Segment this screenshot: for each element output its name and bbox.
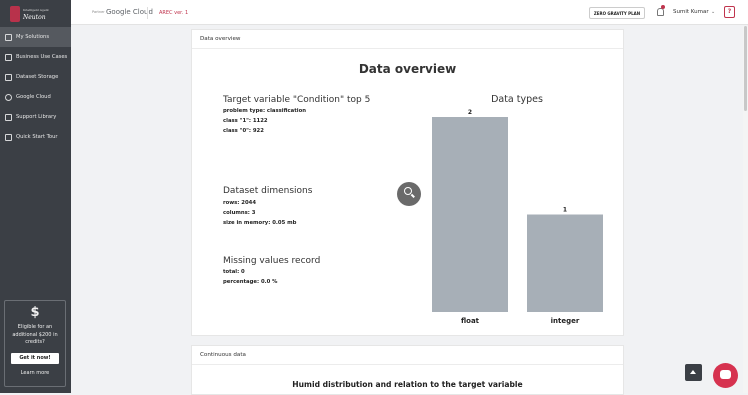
dataset-dimensions-title: Dataset dimensions <box>223 186 313 196</box>
notification-dot <box>661 5 665 9</box>
sidebar-item-support-library[interactable]: Support Library <box>0 107 71 127</box>
logo-mark-icon <box>10 6 20 22</box>
target-variable-title: Target variable "Condition" top 5 <box>223 95 371 105</box>
rows-count: rows: 2044 <box>223 200 257 206</box>
sidebar-item-label: Google Cloud <box>16 94 51 100</box>
sidebar-item-label: Support Library <box>16 114 57 120</box>
logo-tagline: Intelligent Agent <box>23 8 49 12</box>
sidebar-item-business-use-cases[interactable]: Business Use Cases <box>0 47 71 67</box>
data-types-chart: Data types 2 float 1 integer <box>432 94 603 325</box>
class-1-count: class "1": 1122 <box>223 118 268 124</box>
chat-button[interactable] <box>713 363 738 388</box>
bar-value-label: 2 <box>468 109 472 116</box>
missing-total: total: 0 <box>223 269 245 275</box>
page-title: Data overview <box>358 62 457 76</box>
sidebar-menu: My Solutions Business Use Cases Dataset … <box>0 27 71 147</box>
problem-type: problem type: classification <box>223 108 306 114</box>
sidebar-item-label: Dataset Storage <box>16 74 59 80</box>
help-button[interactable]: ? <box>724 6 735 18</box>
sidebar-item-quick-start-tour[interactable]: Quick Start Tour <box>0 127 71 147</box>
missing-percentage: percentage: 0.0 % <box>223 279 278 285</box>
promo-text: Eligible for an additional $200 in credi… <box>12 324 58 345</box>
partner-label: Partner <box>92 10 105 14</box>
chat-icon <box>720 370 731 379</box>
bar-integer <box>527 214 603 312</box>
plan-button[interactable]: ZERO GRAVITY PLAN <box>589 7 645 19</box>
bell-icon[interactable] <box>657 8 664 16</box>
book-icon <box>5 113 12 121</box>
continuous-data-card: Continuous data Humid distribution and r… <box>191 345 624 395</box>
chart-title: Data types <box>491 94 543 105</box>
class-0-count: class "0": 922 <box>223 128 264 134</box>
sidebar: Intelligent Agent Neuton My Solutions Bu… <box>0 0 71 393</box>
sidebar-item-google-cloud[interactable]: Google Cloud <box>0 87 71 107</box>
bar-float <box>432 117 508 312</box>
category-tick-label: integer <box>551 317 580 325</box>
credits-promo: $ Eligible for an additional $200 in cre… <box>4 300 66 387</box>
columns-count: columns: 3 <box>223 210 256 216</box>
scroll-thumb[interactable] <box>744 26 747 111</box>
sidebar-item-dataset-storage[interactable]: Dataset Storage <box>0 67 71 87</box>
bar-value-label: 1 <box>563 207 567 214</box>
scrollbar[interactable] <box>743 26 748 393</box>
version-label: AREC ver. 1 <box>159 10 189 16</box>
get-it-now-button[interactable]: Get it now! <box>11 352 59 364</box>
missing-values-title: Missing values record <box>223 256 321 266</box>
neuton-logo[interactable]: Intelligent Agent Neuton <box>10 4 52 24</box>
google-icon <box>5 93 12 101</box>
tour-icon <box>5 133 12 141</box>
user-menu[interactable]: Sumit Kumar <box>673 9 709 15</box>
top-bar: Partner Google Cloud AREC ver. 1 ZERO GR… <box>71 0 748 25</box>
sidebar-item-label: Business Use Cases <box>16 54 68 60</box>
category-tick-label: float <box>461 317 480 325</box>
learn-more-link[interactable]: Learn more <box>5 370 65 376</box>
layers-icon <box>5 73 12 81</box>
dollar-icon: $ <box>30 305 40 320</box>
google-cloud-logo: Google Cloud <box>106 8 153 16</box>
memory-size: size in memory: 0.05 mb <box>223 220 297 226</box>
sidebar-item-label: My Solutions <box>16 34 50 40</box>
zoom-in-button[interactable] <box>397 182 421 206</box>
data-overview-card: Data overview Data overview Target varia… <box>191 29 624 336</box>
monitor-icon <box>5 33 12 41</box>
scroll-to-top-button[interactable] <box>685 364 702 381</box>
arrow-up-icon <box>690 370 696 374</box>
chevron-down-icon[interactable]: ⌄ <box>711 9 715 15</box>
logo-name: Neuton <box>23 14 46 21</box>
card-header: Data overview <box>192 30 623 49</box>
briefcase-icon <box>5 53 12 61</box>
divider <box>147 7 148 19</box>
card-header: Continuous data <box>192 346 623 365</box>
sidebar-item-label: Quick Start Tour <box>16 134 58 140</box>
section-title: Humid distribution and relation to the t… <box>292 380 523 389</box>
sidebar-item-my-solutions[interactable]: My Solutions <box>0 27 71 47</box>
